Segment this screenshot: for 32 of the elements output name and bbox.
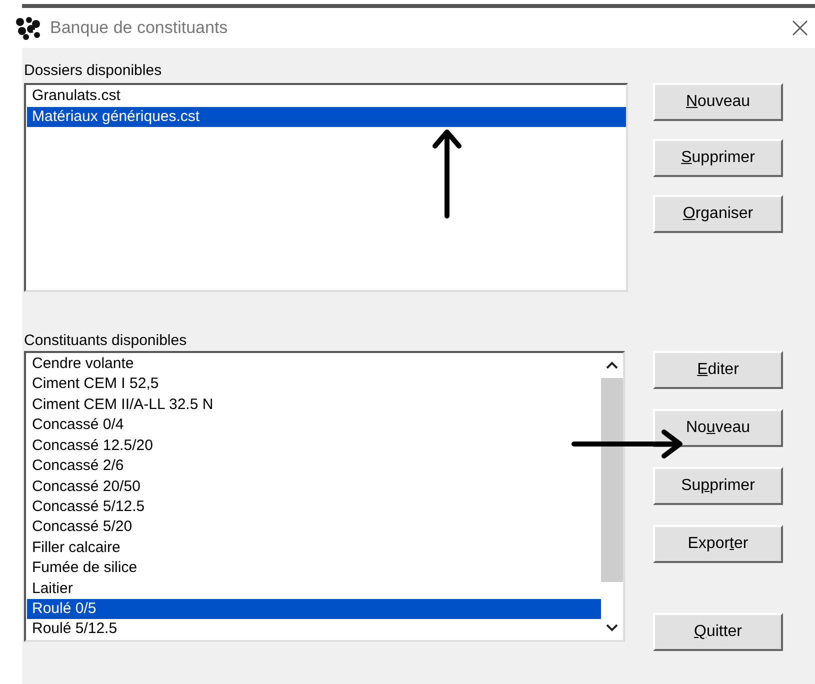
list-item[interactable]: Roulé 0/5 — [27, 599, 601, 620]
list-item[interactable]: Concassé 5/12.5 — [27, 496, 601, 518]
list-item[interactable]: Matériaux génériques.cst — [27, 106, 626, 127]
window-title: Banque de constituants — [50, 17, 228, 40]
scrollbar-thumb[interactable] — [601, 378, 623, 582]
list-item[interactable]: Laitier — [27, 578, 601, 600]
scroll-down-icon[interactable] — [606, 624, 618, 632]
list-item[interactable]: Ciment CEM II/A-LL 32.5 N — [27, 394, 601, 416]
scroll-up-icon[interactable] — [606, 361, 618, 369]
section-label: Constituants disponibles — [24, 332, 188, 350]
list-item[interactable]: Granulats.cst — [27, 86, 626, 106]
list-item[interactable]: Fumée de silice — [27, 558, 601, 579]
push-button[interactable]: Nouveau — [653, 83, 783, 121]
list-item[interactable]: Concassé 0/4 — [27, 415, 601, 436]
list-item[interactable]: Concassé 12.5/20 — [27, 436, 601, 456]
push-button[interactable]: Supprimer — [653, 467, 783, 505]
push-button[interactable]: Exporter — [653, 525, 783, 563]
list-item[interactable]: Roulé 5/12.5 — [27, 619, 601, 640]
app-icon — [14, 16, 42, 40]
list-item[interactable]: Ciment CEM I 52,5 — [27, 374, 601, 395]
section-label: Dossiers disponibles — [24, 62, 163, 80]
push-button[interactable]: Editer — [653, 351, 783, 389]
push-button[interactable]: Nouveau — [653, 409, 783, 447]
list-item[interactable]: Concassé 5/20 — [27, 517, 601, 538]
push-button[interactable]: Supprimer — [653, 139, 783, 177]
push-button[interactable]: Quitter — [653, 613, 783, 651]
push-button[interactable]: Organiser — [653, 195, 783, 233]
list-item[interactable]: Cendre volante — [27, 354, 601, 374]
close-icon[interactable] — [791, 19, 809, 37]
list-item[interactable]: Filler calcaire — [27, 538, 601, 558]
list-item[interactable]: Concassé 2/6 — [27, 456, 601, 477]
list-item[interactable]: Concassé 20/50 — [27, 476, 601, 497]
